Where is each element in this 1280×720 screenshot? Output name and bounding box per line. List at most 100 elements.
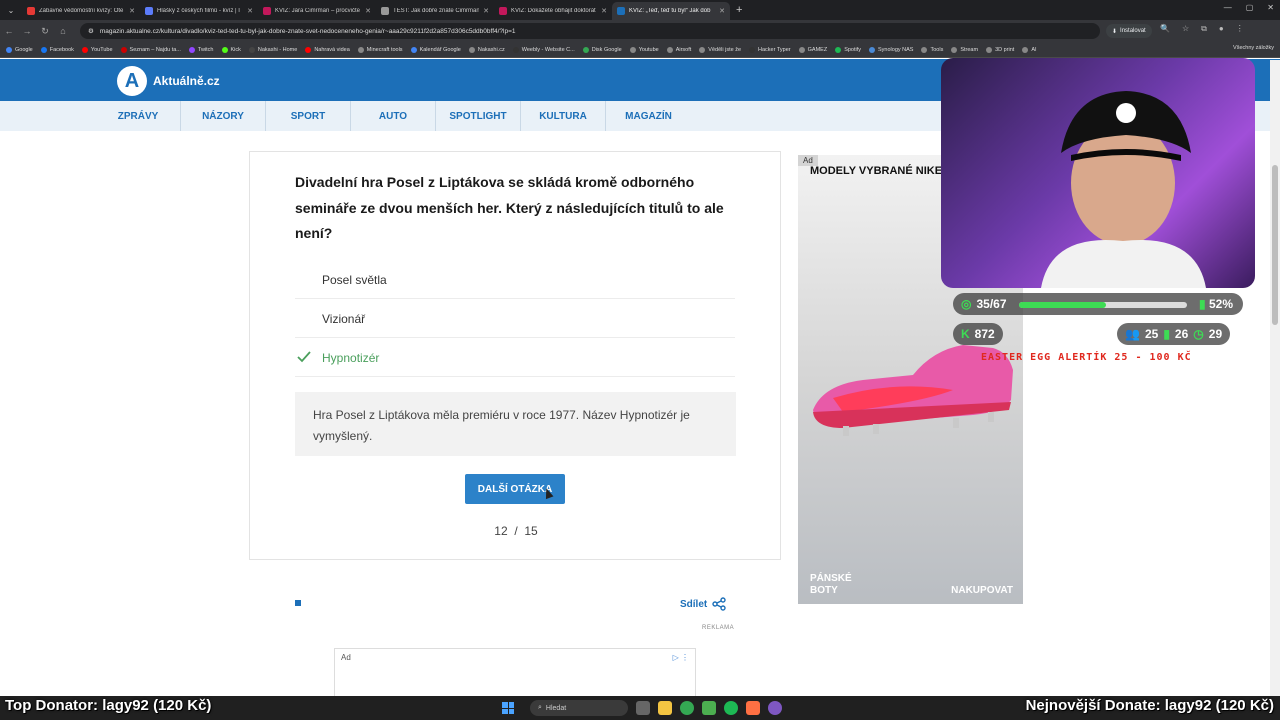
browser-tab[interactable]: Hlášky z českých filmů - kvíz | I ✕ — [140, 2, 258, 20]
quiz-card: Divadelní hra Posel z Liptákova se sklád… — [249, 151, 781, 560]
reload-icon[interactable]: ↻ — [36, 26, 54, 37]
browser-tab[interactable]: KVÍZ: Jára Cimrman – procvičte ✕ — [258, 2, 376, 20]
bookmark-item[interactable]: Tools — [921, 46, 943, 53]
browser-tab[interactable]: Zábavné vědomostní kvízy: Ote ✕ — [22, 2, 140, 20]
zoom-icon[interactable]: 🔍 — [1160, 24, 1170, 34]
answer-option[interactable]: Posel světla — [295, 261, 735, 299]
bookmark-item[interactable]: Nakashi.cz — [468, 46, 505, 53]
adchoices-icon[interactable]: ▷ ⋮ — [673, 653, 689, 662]
bookmark-icon — [1022, 46, 1029, 53]
bookmark-item[interactable]: Nahravá videa — [305, 46, 350, 53]
minecraft-icon[interactable] — [702, 701, 716, 715]
bookmark-item[interactable]: Kick — [221, 46, 241, 53]
tab-close-icon[interactable]: ✕ — [719, 7, 725, 15]
nav-item-auto[interactable]: AUTO — [351, 101, 436, 131]
install-app-button[interactable]: ⬇ Instalovat — [1106, 24, 1152, 38]
bookmark-label: Google — [15, 46, 33, 53]
bookmark-item[interactable]: Google — [6, 46, 33, 53]
bookmark-item[interactable]: Minecraft tools — [357, 46, 403, 53]
scrollbar-thumb[interactable] — [1272, 165, 1278, 325]
close-window-icon[interactable]: ✕ — [1267, 3, 1274, 12]
bookmark-item[interactable]: Twitch — [188, 46, 214, 53]
url-input[interactable]: ⚙ magazin.aktualne.cz/kultura/divadlo/kv… — [80, 23, 1100, 39]
all-bookmarks-link[interactable]: Všechny záložky — [1229, 45, 1274, 51]
tab-close-icon[interactable]: ✕ — [483, 7, 489, 15]
forward-icon[interactable]: → — [18, 26, 36, 36]
tab-search-icon[interactable]: ⌄ — [0, 0, 22, 20]
quiz-progress-pill: ◎ 35/67 ▮ 52% — [953, 293, 1243, 315]
bookmark-item[interactable]: YouTube — [81, 46, 113, 53]
percent-display: ▮ 52% — [1199, 297, 1233, 311]
chrome-icon[interactable] — [680, 701, 694, 715]
browser-tab-strip: ⌄ Zábavné vědomostní kvízy: Ote ✕ Hlášky z… — [0, 0, 1280, 20]
minimize-icon[interactable]: — — [1224, 3, 1232, 12]
browser-tab[interactable]: TEST: Jak dobře znáte Cimrmana ✕ — [376, 2, 494, 20]
bookmark-icon — [629, 46, 636, 53]
nav-item-spotlight[interactable]: SPOTLIGHT — [436, 101, 521, 131]
bookmark-item[interactable]: Disk Google — [582, 46, 622, 53]
app-icon[interactable] — [746, 701, 760, 715]
nav-item-kultura[interactable]: KULTURA — [521, 101, 606, 131]
bookmark-item[interactable]: Weebly - Website C... — [512, 46, 575, 53]
bookmark-item[interactable]: Hacker Typer — [749, 46, 791, 53]
bookmark-icon — [582, 46, 589, 53]
tab-close-icon[interactable]: ✕ — [129, 7, 135, 15]
bookmark-label: Nakashi - Home — [257, 46, 298, 53]
bottom-advertisement[interactable]: Ad ▷ ⋮ — [334, 648, 696, 698]
nav-item-zprávy[interactable]: ZPRÁVY — [96, 101, 181, 131]
bookmark-icon — [120, 46, 127, 53]
page-scrollbar[interactable] — [1270, 60, 1280, 696]
nav-item-magazín[interactable]: MAGAZÍN — [606, 101, 691, 131]
file-explorer-icon[interactable] — [658, 701, 672, 715]
answer-option[interactable]: Vizionář — [295, 300, 735, 338]
browser-tab[interactable]: KVÍZ: „Teď, teď tu byl“ Jak dob ✕ — [612, 2, 730, 20]
browser-tab[interactable]: KVÍZ: Dokážete obhájit doktorát ✕ — [494, 2, 612, 20]
install-icon: ⬇ — [1112, 28, 1118, 35]
extensions-icon[interactable]: ⧉ — [1201, 24, 1207, 34]
nav-item-názory[interactable]: NÁZORY — [181, 101, 266, 131]
tab-close-icon[interactable]: ✕ — [365, 7, 371, 15]
tab-close-icon[interactable]: ✕ — [247, 7, 253, 15]
new-tab-button[interactable]: + — [730, 0, 748, 20]
bookmark-item[interactable]: Kalendář Google — [410, 46, 461, 53]
bookmark-star-icon[interactable]: ☆ — [1182, 24, 1189, 34]
logo-mark: A — [117, 66, 147, 96]
answer-text: Vizionář — [322, 311, 366, 326]
bookmark-item[interactable]: GAMEZ — [798, 46, 827, 53]
bookmark-item[interactable]: Spotify — [835, 46, 861, 53]
site-logo[interactable]: A Aktuálně.cz — [117, 66, 220, 96]
profile-icon[interactable]: ● — [1219, 24, 1224, 34]
back-icon[interactable]: ← — [0, 26, 18, 36]
tab-close-icon[interactable]: ✕ — [601, 7, 607, 15]
taskbar-search[interactable]: ⌕ Hledat — [530, 700, 628, 716]
home-icon[interactable]: ⌂ — [54, 26, 72, 36]
share-button[interactable]: Sdílet — [680, 597, 726, 611]
bookmark-item[interactable]: Airsoft — [666, 46, 691, 53]
discord-icon[interactable] — [768, 701, 782, 715]
bookmark-item[interactable]: Facebook — [40, 46, 74, 53]
logo-text: Aktuálně.cz — [153, 74, 220, 88]
ad-shop-link[interactable]: NAKUPOVAT — [951, 585, 1013, 596]
tab-title: KVÍZ: Jára Cimrman – procvičte — [275, 8, 361, 14]
address-bar-row: ← → ↻ ⌂ ⚙ magazin.aktualne.cz/kultura/di… — [0, 20, 1280, 42]
nav-item-sport[interactable]: SPORT — [266, 101, 351, 131]
bookmark-item[interactable]: Nakashi - Home — [248, 46, 298, 53]
ad-label: Ad — [341, 653, 351, 662]
maximize-icon[interactable]: ▢ — [1246, 3, 1254, 12]
site-info-icon[interactable]: ⚙ — [88, 27, 94, 35]
bars-icon: ▮ — [1163, 327, 1170, 341]
windows-start-icon[interactable] — [502, 702, 514, 714]
bookmark-item[interactable]: 3D print — [986, 46, 1014, 53]
answer-option[interactable]: Hypnotizér — [295, 339, 735, 377]
bookmark-item[interactable]: Youtube — [629, 46, 659, 53]
bookmark-label: Facebook — [49, 46, 74, 53]
bookmark-item[interactable]: Seznam – Najdu ta... — [120, 46, 181, 53]
spotify-icon[interactable] — [724, 701, 738, 715]
menu-icon[interactable]: ⋮ — [1236, 24, 1244, 34]
bookmark-item[interactable]: Synology NAS — [869, 46, 913, 53]
bookmark-item[interactable]: Stream — [951, 46, 978, 53]
bookmark-item[interactable]: Věděli jste že — [699, 46, 741, 53]
task-view-icon[interactable] — [636, 701, 650, 715]
easter-egg-alert: EASTER EGG ALERTÍK 25 - 100 KČ — [981, 352, 1192, 363]
bookmark-item[interactable]: AI — [1022, 46, 1037, 53]
